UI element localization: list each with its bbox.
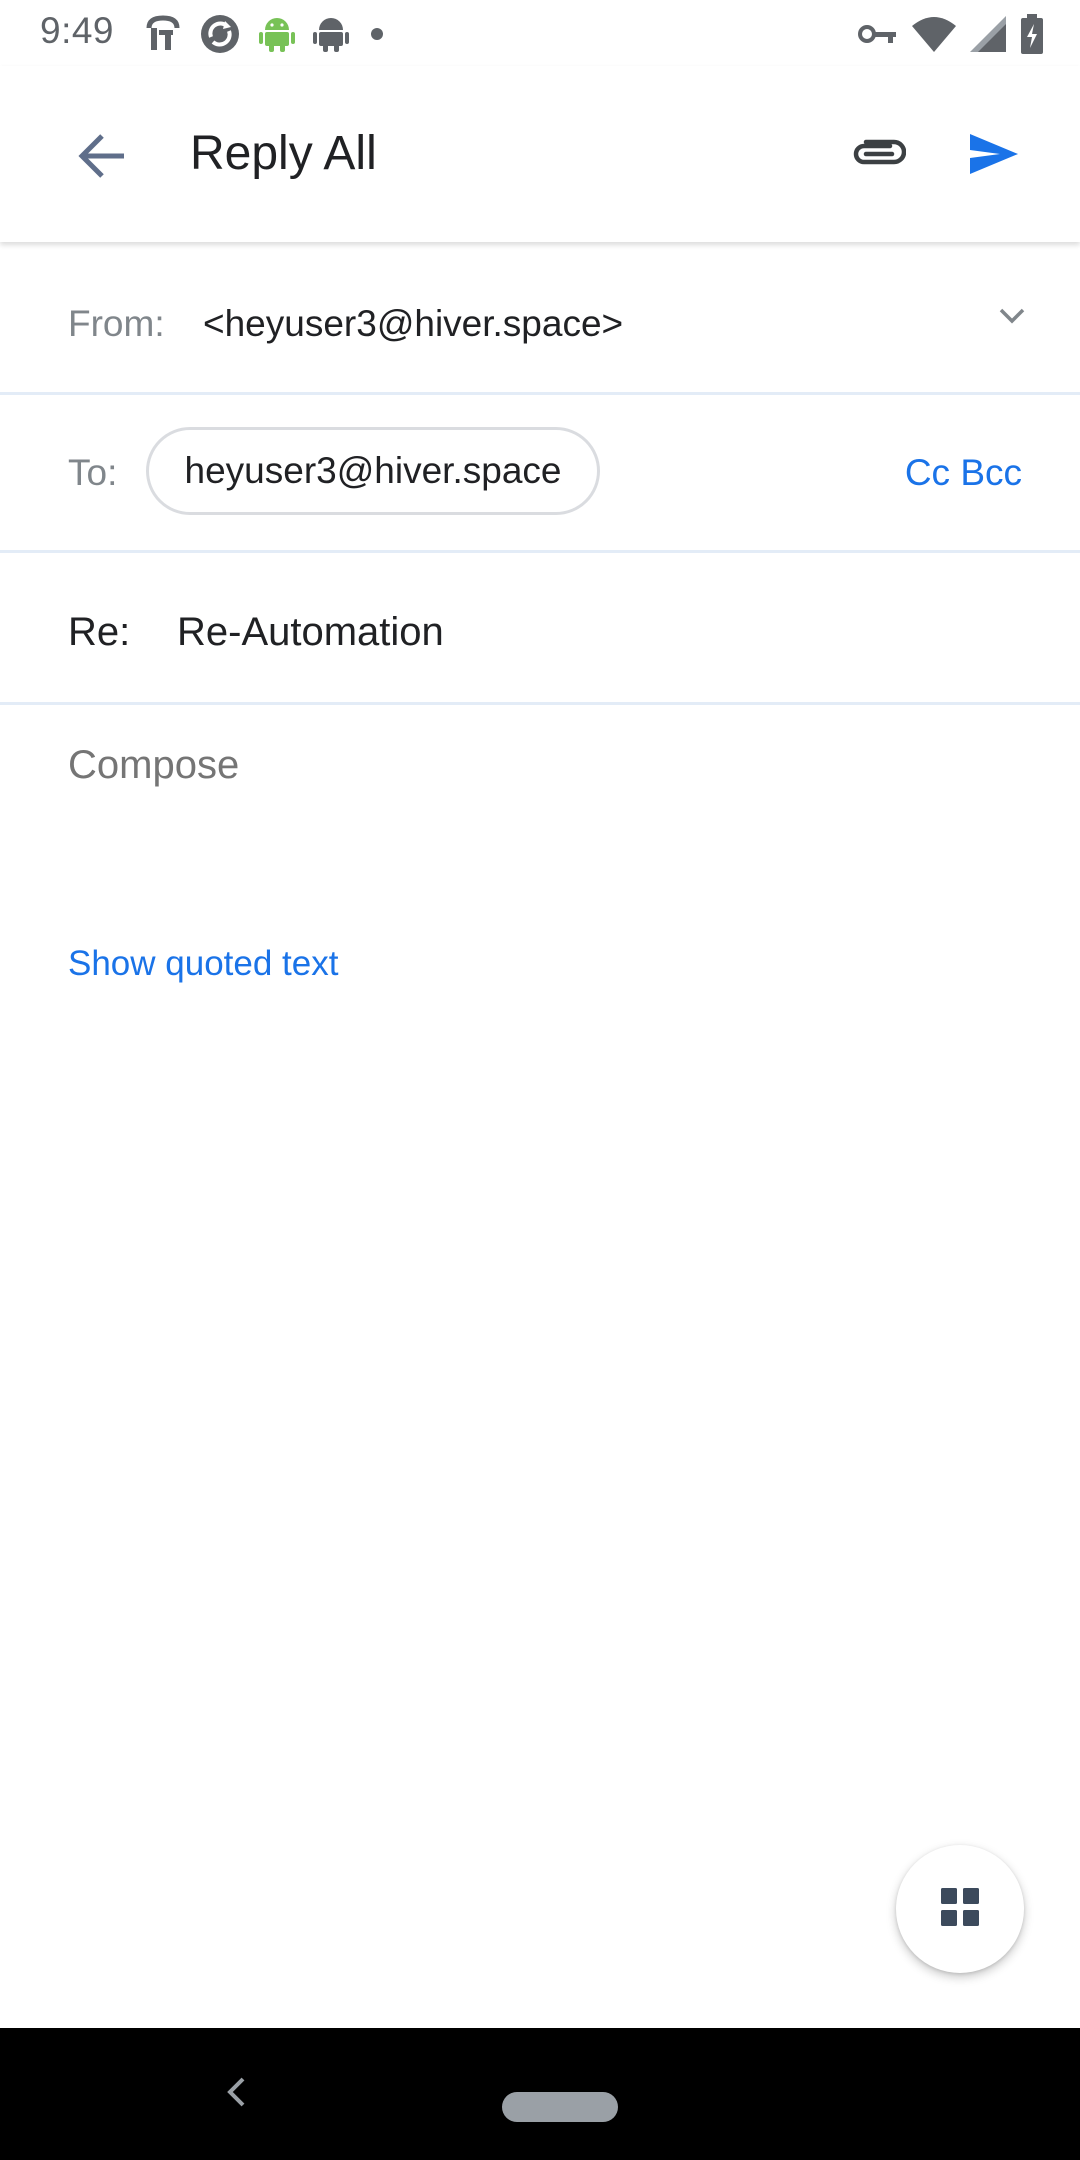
divider	[0, 550, 1080, 553]
subject-label: Re:	[68, 610, 131, 654]
to-label: To:	[68, 452, 118, 493]
send-icon	[970, 133, 1018, 179]
vpn-key-icon	[858, 22, 898, 46]
page-title: Reply All	[190, 127, 377, 180]
recipient-chip[interactable]: heyuser3@hiver.space	[146, 427, 600, 515]
status-system-icons	[858, 12, 1044, 56]
arrow-back-icon	[78, 133, 126, 183]
grid-apps-icon	[941, 1887, 979, 1931]
fork-icon	[145, 14, 181, 54]
dot-icon	[367, 24, 387, 44]
battery-charging-icon	[1020, 14, 1044, 54]
wifi-icon	[912, 16, 956, 52]
nav-back-button[interactable]	[216, 2074, 256, 2114]
show-quoted-text-link[interactable]: Show quoted text	[68, 944, 338, 984]
nav-back-icon	[226, 2076, 246, 2113]
subject-field[interactable]: Re-Automation	[177, 610, 444, 655]
sync-icon	[199, 13, 241, 55]
chevron-down-icon	[999, 308, 1025, 329]
divider	[0, 392, 1080, 395]
attach-button[interactable]	[838, 116, 918, 196]
system-nav-bar	[0, 2028, 1080, 2160]
status-bar: 9:49	[0, 0, 1080, 66]
from-value[interactable]: <heyuser3@hiver.space>	[203, 303, 623, 345]
compose-field[interactable]	[68, 735, 1018, 795]
from-dropdown-button[interactable]	[990, 296, 1034, 340]
back-button[interactable]	[62, 118, 142, 198]
app-bar: Reply All	[0, 66, 1080, 242]
cc-bcc-button[interactable]: Cc Bcc	[905, 452, 1022, 494]
cell-signal-icon	[970, 16, 1006, 52]
android-outline-icon	[313, 14, 349, 54]
from-label: From:	[68, 303, 165, 344]
divider	[0, 702, 1080, 705]
reply-all-screen: 9:49 Reply All From: <heyuser3@hiver.spa…	[0, 0, 1080, 2160]
send-button[interactable]	[954, 116, 1034, 196]
paperclip-icon	[850, 138, 907, 175]
home-pill-icon[interactable]	[502, 2092, 618, 2122]
android-icon	[259, 14, 295, 54]
apps-fab-button[interactable]	[896, 1845, 1024, 1973]
status-notification-icons	[145, 12, 387, 56]
status-time: 9:49	[40, 10, 115, 51]
